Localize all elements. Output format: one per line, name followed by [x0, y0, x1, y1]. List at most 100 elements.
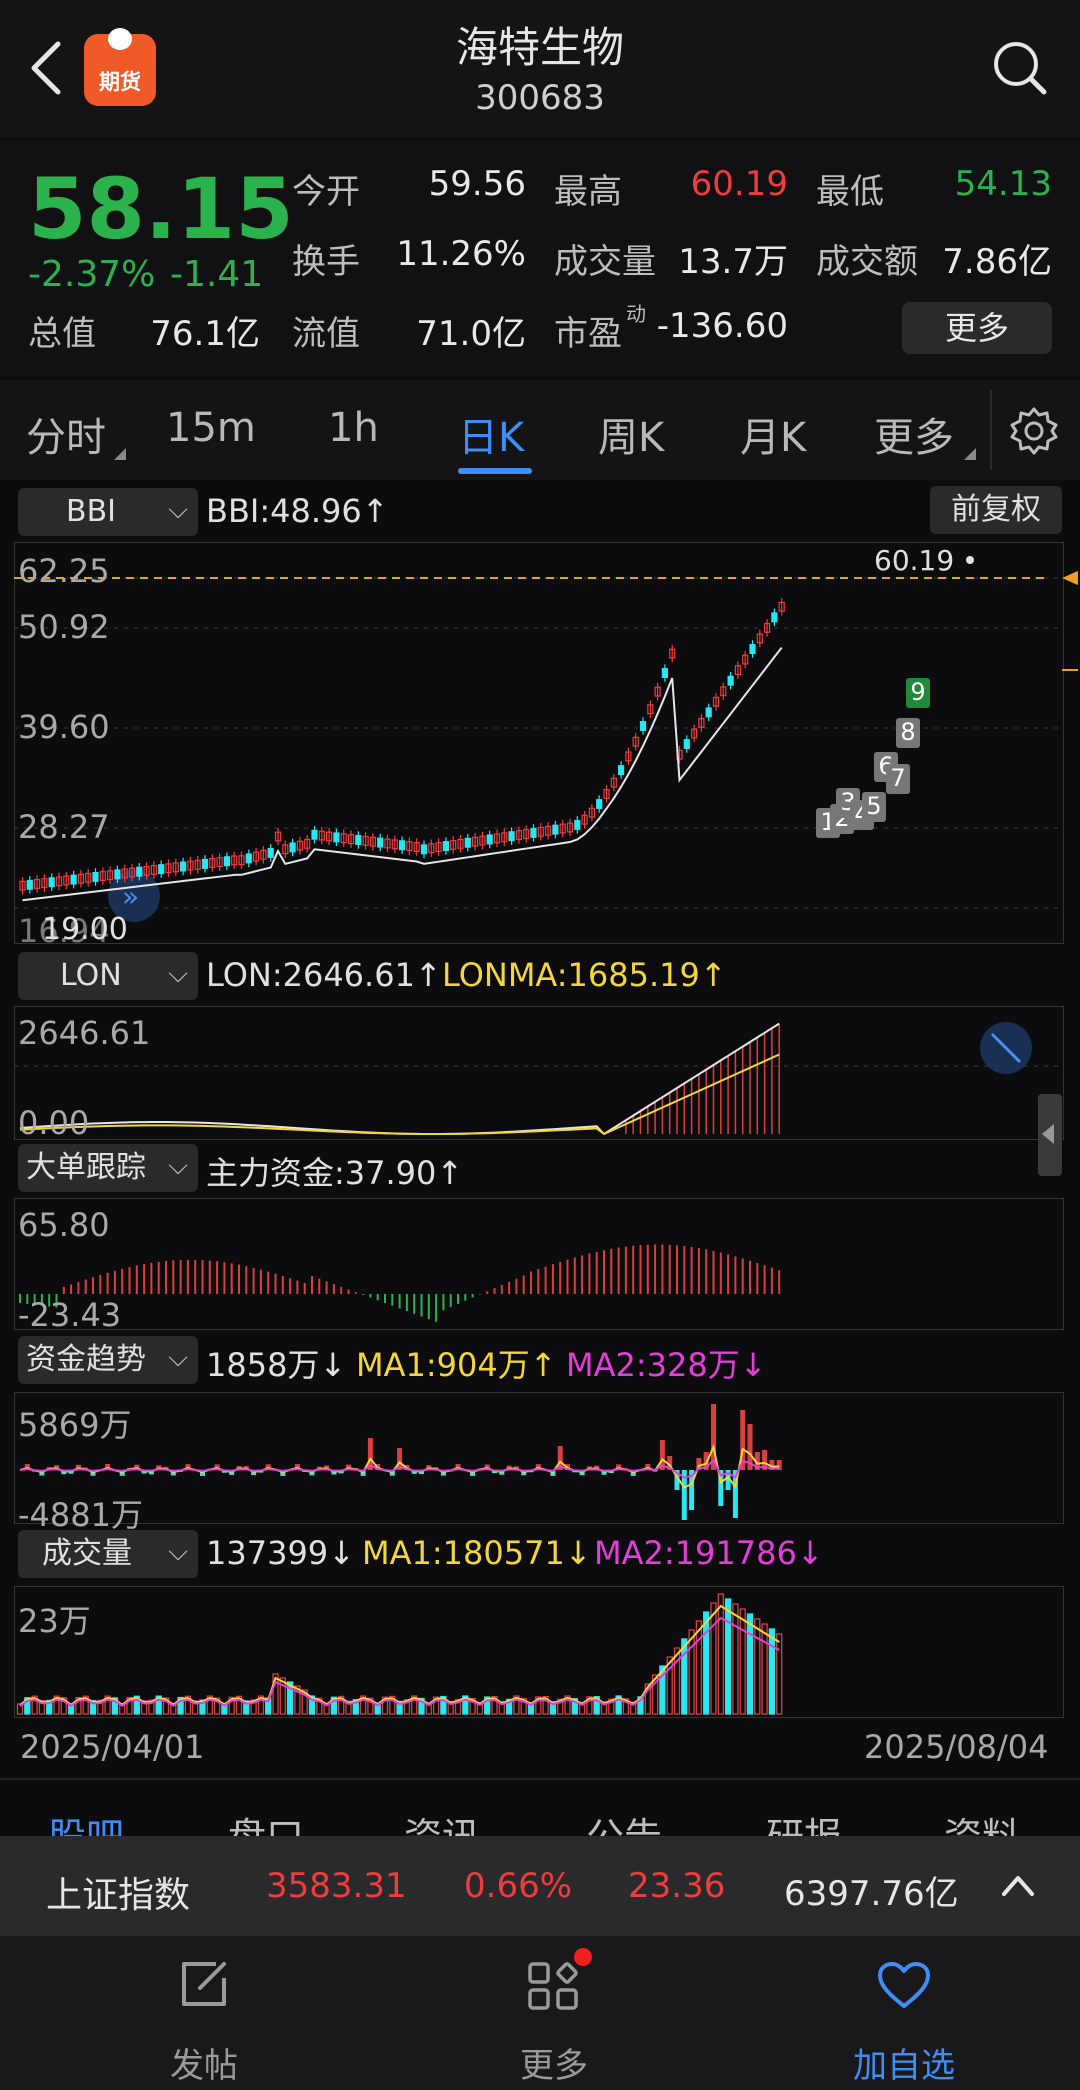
- index-value: 3583.31: [266, 1866, 407, 1906]
- candle: [223, 856, 230, 867]
- volume-bar: [681, 1638, 688, 1715]
- big-order-selector[interactable]: 大单跟踪 ⌵: [18, 1144, 198, 1192]
- candle: [180, 861, 187, 872]
- candle: [92, 872, 99, 882]
- candle: [596, 799, 603, 809]
- nav-watchlist[interactable]: 加自选: [804, 2038, 1004, 2087]
- volume-bar: [710, 1602, 717, 1715]
- candle: [355, 835, 362, 845]
- candle: [48, 877, 55, 888]
- candle: [399, 840, 406, 851]
- candle: [201, 858, 209, 869]
- candle: [771, 612, 778, 623]
- tab-more-dropdown-icon: [964, 448, 976, 460]
- fund-trend-selector[interactable]: 资金趋势 ⌵: [18, 1336, 198, 1384]
- candle: [683, 739, 690, 750]
- lon-selector[interactable]: LON ⌵: [18, 952, 198, 1000]
- float-value: 71.0亿: [416, 314, 526, 354]
- volume-value: 13.7万: [678, 242, 788, 282]
- stock-name: 海特生物: [455, 23, 624, 72]
- volume-bar: [732, 1603, 739, 1715]
- tab-announcement[interactable]: 公告: [586, 1806, 662, 1840]
- futures-logo[interactable]: 期货: [84, 28, 156, 106]
- candle: [245, 853, 252, 864]
- volume-ma2-readout: MA2:191786↓: [594, 1534, 824, 1572]
- main-fund-readout: 主力资金:37.90↑: [206, 1154, 464, 1192]
- chevron-down-icon: ⌵: [168, 1343, 188, 1373]
- bbi-selector[interactable]: BBI ⌵: [18, 488, 198, 536]
- gear-icon[interactable]: [1008, 405, 1060, 457]
- lonma-readout: LONMA:1685.19↑: [442, 956, 727, 994]
- big-y-label-1: 65.80: [18, 1206, 110, 1244]
- side-drawer-handle[interactable]: [1038, 1094, 1062, 1176]
- candle: [267, 847, 274, 858]
- edit-icon[interactable]: [176, 1956, 232, 2012]
- high-marker-dot: [966, 556, 974, 564]
- candle: [70, 874, 77, 885]
- nav-post[interactable]: 发帖: [104, 2038, 304, 2087]
- tab-more[interactable]: 更多: [874, 405, 954, 463]
- high-marker: 60.19: [874, 544, 955, 577]
- volume-bar: [688, 1629, 695, 1715]
- more-quote-button[interactable]: 更多: [902, 302, 1052, 354]
- chevron-up-icon[interactable]: [998, 1870, 1038, 1900]
- tab-1h[interactable]: 1h: [328, 405, 379, 451]
- tab-intraday[interactable]: 分时: [26, 405, 106, 463]
- lon-readout: LON:2646.61↑: [206, 956, 442, 994]
- adjust-button[interactable]: 前复权: [930, 486, 1062, 534]
- volume-label: 成交量: [554, 242, 656, 282]
- volume-bar: [703, 1611, 710, 1715]
- fund-ma1-readout: MA1:904万↑: [356, 1346, 557, 1384]
- active-tab-indicator: [458, 468, 532, 474]
- open-label: 今开: [292, 172, 360, 212]
- tab-15m[interactable]: 15m: [166, 405, 256, 451]
- fund-trend-chart: [19, 1404, 782, 1520]
- pe-sup: 动: [626, 302, 646, 326]
- apps-icon[interactable]: [526, 1958, 582, 2014]
- tab-news[interactable]: 资讯: [404, 1806, 480, 1840]
- fund-trend-readout: 1858万↓: [206, 1346, 347, 1384]
- volume-selector[interactable]: 成交量 ⌵: [18, 1530, 198, 1578]
- turnover-value: 11.26%: [396, 234, 526, 274]
- candle: [552, 824, 559, 835]
- tab-research[interactable]: 研报: [766, 1806, 842, 1840]
- candle: [289, 842, 296, 853]
- tab-intraday-dropdown-icon: [114, 448, 126, 460]
- candle: [114, 869, 121, 880]
- pe-value: -136.60: [656, 306, 788, 346]
- chevron-down-icon: ⌵: [168, 959, 188, 989]
- candle: [661, 668, 669, 679]
- tab-daily-k[interactable]: 日K: [458, 405, 524, 463]
- index-change: 23.36: [628, 1866, 726, 1906]
- index-pct: 0.66%: [464, 1866, 573, 1906]
- nav-more[interactable]: 更多: [454, 2038, 654, 2087]
- change-percent: -2.37%: [28, 254, 156, 295]
- volume-bar: [724, 1598, 732, 1715]
- tab-monthly-k[interactable]: 月K: [740, 405, 806, 463]
- chevron-down-icon: ⌵: [168, 1537, 188, 1567]
- lon-y-label-1: 2646.61: [18, 1014, 151, 1052]
- back-icon[interactable]: [26, 38, 66, 98]
- td-label-7: 7: [886, 764, 910, 794]
- y-label-3: 39.60: [18, 708, 110, 746]
- y-label-2: 50.92: [18, 608, 110, 646]
- search-icon[interactable]: [990, 38, 1050, 98]
- candle: [333, 832, 340, 843]
- total-value: 76.1亿: [150, 314, 260, 354]
- volume-ma1-readout: MA1:180571↓: [362, 1534, 592, 1572]
- volume-bar: [768, 1628, 776, 1715]
- index-name: 上证指数: [46, 1875, 191, 1916]
- pe-label: 市盈: [554, 314, 622, 354]
- big-y-label-2: -23.43: [18, 1296, 122, 1334]
- heart-icon[interactable]: [876, 1960, 932, 2012]
- candle: [574, 819, 581, 830]
- info-tabs: 股吧 盘口 资讯 公告 研报 资料: [0, 1780, 1080, 1840]
- tab-weekly-k[interactable]: 周K: [598, 405, 664, 463]
- volume-bar: [739, 1608, 746, 1715]
- tab-forum[interactable]: 股吧: [48, 1806, 124, 1840]
- float-label: 流值: [292, 314, 360, 354]
- tab-orderbook[interactable]: 盘口: [228, 1806, 304, 1840]
- change-amount: -1.41: [170, 254, 264, 295]
- tab-profile[interactable]: 资料: [944, 1806, 1020, 1840]
- chevron-down-icon: ⌵: [168, 1151, 188, 1181]
